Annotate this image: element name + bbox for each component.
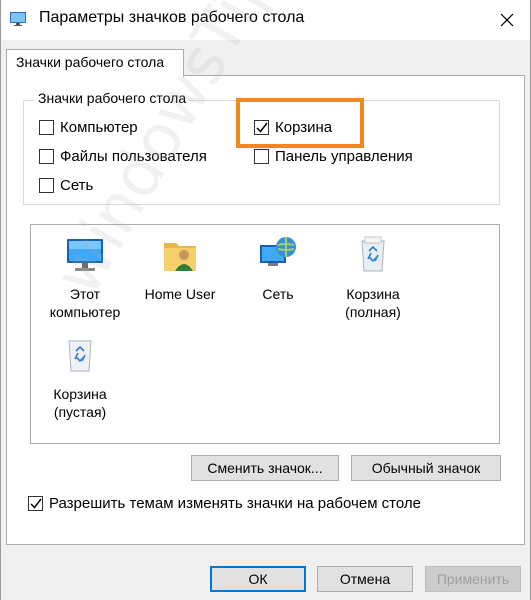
checkbox-control-panel[interactable]: Панель управления: [254, 148, 413, 165]
title-bar: Параметры значков рабочего стола: [1, 0, 530, 40]
item-label-line2: компьютер: [49, 304, 121, 320]
apply-button[interactable]: Применить: [425, 566, 521, 592]
list-item-recycle-bin-full[interactable]: Корзина (полная): [331, 233, 415, 321]
checkmark-icon: [30, 498, 42, 509]
window-title: Параметры значков рабочего стола: [39, 9, 305, 26]
item-label-line2: (пустая): [53, 404, 107, 420]
tab-desktop-icons[interactable]: Значки рабочего стола: [6, 49, 184, 77]
checkbox-label: Компьютер: [60, 119, 138, 136]
computer-icon: [67, 239, 103, 271]
item-label-line1: Сеть: [262, 286, 294, 302]
list-item-this-pc[interactable]: Этот компьютер: [43, 233, 127, 321]
list-item-home-user[interactable]: Home User: [138, 233, 222, 303]
change-icon-button[interactable]: Сменить значок...: [191, 455, 339, 481]
recycle-bin-full-icon: [361, 236, 385, 272]
icon-list[interactable]: Этот компьютер Home User Сеть Корзина (п…: [30, 224, 500, 444]
checkbox-box[interactable]: [254, 149, 269, 164]
close-icon[interactable]: [500, 13, 514, 27]
cancel-button[interactable]: Отмена: [317, 566, 413, 592]
desktop-settings-icon: [10, 12, 26, 26]
checkbox-box[interactable]: [28, 496, 43, 511]
checkbox-user-files[interactable]: Файлы пользователя: [39, 148, 207, 165]
ok-button[interactable]: ОК: [210, 566, 306, 592]
default-icon-button[interactable]: Обычный значок: [351, 455, 501, 481]
tab-strip: Значки рабочего стола: [1, 40, 530, 77]
checkbox-box[interactable]: [39, 178, 54, 193]
list-item-recycle-bin-empty[interactable]: Корзина (пустая): [38, 333, 122, 421]
checkbox-computer[interactable]: Компьютер: [39, 119, 138, 136]
recycle-bin-empty-icon: [68, 340, 92, 372]
item-label-line1: Корзина: [53, 386, 107, 402]
groupbox-title: Значки рабочего стола: [35, 90, 190, 106]
item-label-line1: Корзина: [346, 286, 400, 302]
checkbox-box[interactable]: [39, 120, 54, 135]
tab-label: Значки рабочего стола: [16, 54, 165, 70]
dialog-window: Параметры значков рабочего стола Значки …: [0, 0, 531, 600]
highlight-frame: [236, 98, 364, 148]
user-folder-icon: [164, 243, 196, 271]
item-label-line1: Home User: [144, 286, 216, 302]
checkbox-label: Файлы пользователя: [60, 148, 207, 165]
item-label-line1: Этот: [69, 286, 101, 302]
checkbox-network[interactable]: Сеть: [39, 177, 93, 194]
checkbox-label: Разрешить темам изменять значки на рабоч…: [49, 495, 421, 512]
network-icon: [260, 237, 296, 266]
checkbox-label: Сеть: [60, 177, 94, 194]
checkbox-label: Панель управления: [275, 148, 413, 165]
checkbox-box[interactable]: [39, 149, 54, 164]
list-item-network[interactable]: Сеть: [236, 233, 320, 303]
item-label-line2: (полная): [345, 304, 401, 320]
close-button[interactable]: [484, 0, 530, 40]
checkbox-allow-themes[interactable]: Разрешить темам изменять значки на рабоч…: [28, 495, 421, 512]
